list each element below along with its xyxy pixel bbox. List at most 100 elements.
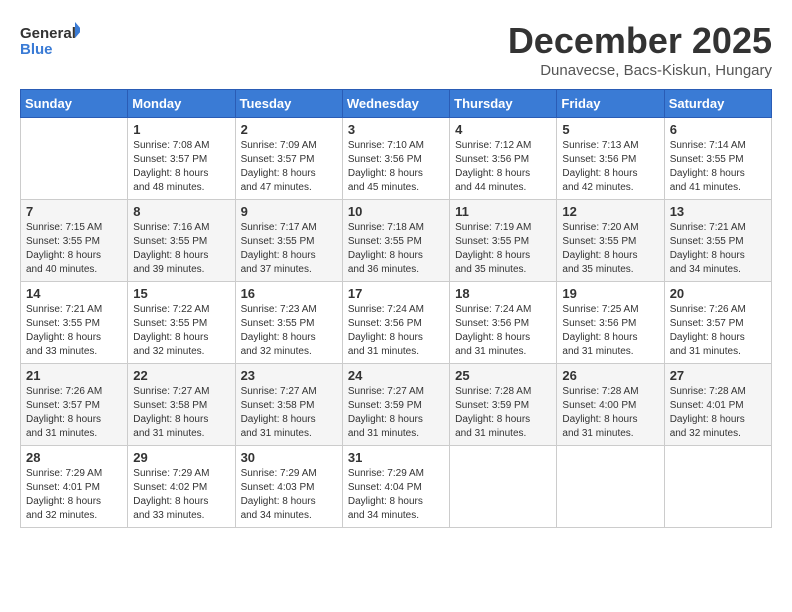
calendar-week-row: 28Sunrise: 7:29 AM Sunset: 4:01 PM Dayli…	[21, 446, 772, 528]
day-number: 13	[670, 204, 766, 219]
title-block: December 2025 Dunavecse, Bacs-Kiskun, Hu…	[508, 20, 772, 79]
day-info: Sunrise: 7:24 AM Sunset: 3:56 PM Dayligh…	[348, 303, 444, 359]
day-number: 1	[133, 122, 229, 137]
day-info: Sunrise: 7:27 AM Sunset: 3:58 PM Dayligh…	[133, 385, 229, 441]
day-number: 18	[455, 286, 551, 301]
calendar-cell: 3 Sunrise: 7:10 AM Sunset: 3:56 PM Daylig…	[342, 118, 449, 200]
day-number: 29	[133, 450, 229, 465]
day-number: 26	[562, 368, 658, 383]
weekday-header-monday: Monday	[128, 90, 235, 118]
day-info: Sunrise: 7:23 AM Sunset: 3:55 PM Dayligh…	[241, 303, 337, 359]
calendar-cell: 1 Sunrise: 7:08 AM Sunset: 3:57 PM Daylig…	[128, 118, 235, 200]
day-number: 14	[26, 286, 122, 301]
day-info: Sunrise: 7:28 AM Sunset: 3:59 PM Dayligh…	[455, 385, 551, 441]
day-info: Sunrise: 7:12 AM Sunset: 3:56 PM Dayligh…	[455, 139, 551, 195]
day-number: 12	[562, 204, 658, 219]
day-number: 30	[241, 450, 337, 465]
calendar-cell: 27Sunrise: 7:28 AM Sunset: 4:01 PM Dayli…	[664, 364, 771, 446]
day-info: Sunrise: 7:21 AM Sunset: 3:55 PM Dayligh…	[26, 303, 122, 359]
calendar-cell: 9 Sunrise: 7:17 AM Sunset: 3:55 PM Daylig…	[235, 200, 342, 282]
day-number: 16	[241, 286, 337, 301]
day-number: 9	[241, 204, 337, 219]
calendar-cell: 18 Sunrise: 7:24 AM Sunset: 3:56 PM Dayli…	[450, 282, 557, 364]
day-info: Sunrise: 7:29 AM Sunset: 4:04 PM Dayligh…	[348, 467, 444, 523]
calendar-cell: 21Sunrise: 7:26 AM Sunset: 3:57 PM Dayli…	[21, 364, 128, 446]
calendar-cell: 28Sunrise: 7:29 AM Sunset: 4:01 PM Dayli…	[21, 446, 128, 528]
day-info: Sunrise: 7:17 AM Sunset: 3:55 PM Dayligh…	[241, 221, 337, 277]
weekday-header-row: SundayMondayTuesdayWednesdayThursdayFrid…	[21, 90, 772, 118]
calendar-table: SundayMondayTuesdayWednesdayThursdayFrid…	[20, 89, 772, 528]
day-info: Sunrise: 7:29 AM Sunset: 4:01 PM Dayligh…	[26, 467, 122, 523]
calendar-cell: 5Sunrise: 7:13 AM Sunset: 3:56 PM Daylig…	[557, 118, 664, 200]
weekday-header-wednesday: Wednesday	[342, 90, 449, 118]
day-number: 5	[562, 122, 658, 137]
day-info: Sunrise: 7:24 AM Sunset: 3:56 PM Dayligh…	[455, 303, 551, 359]
day-info: Sunrise: 7:10 AM Sunset: 3:56 PM Dayligh…	[348, 139, 444, 195]
day-number: 8	[133, 204, 229, 219]
day-number: 3	[348, 122, 444, 137]
day-number: 19	[562, 286, 658, 301]
calendar-cell: 15 Sunrise: 7:22 AM Sunset: 3:55 PM Dayli…	[128, 282, 235, 364]
day-info: Sunrise: 7:25 AM Sunset: 3:56 PM Dayligh…	[562, 303, 658, 359]
calendar-cell	[664, 446, 771, 528]
day-info: Sunrise: 7:21 AM Sunset: 3:55 PM Dayligh…	[670, 221, 766, 277]
calendar-cell: 7Sunrise: 7:15 AM Sunset: 3:55 PM Daylig…	[21, 200, 128, 282]
day-number: 4	[455, 122, 551, 137]
day-info: Sunrise: 7:19 AM Sunset: 3:55 PM Dayligh…	[455, 221, 551, 277]
day-info: Sunrise: 7:14 AM Sunset: 3:55 PM Dayligh…	[670, 139, 766, 195]
day-number: 21	[26, 368, 122, 383]
weekday-header-saturday: Saturday	[664, 90, 771, 118]
day-info: Sunrise: 7:26 AM Sunset: 3:57 PM Dayligh…	[670, 303, 766, 359]
calendar-week-row: 14 Sunrise: 7:21 AM Sunset: 3:55 PM Dayli…	[21, 282, 772, 364]
calendar-week-row: 1 Sunrise: 7:08 AM Sunset: 3:57 PM Daylig…	[21, 118, 772, 200]
calendar-cell: 16 Sunrise: 7:23 AM Sunset: 3:55 PM Dayli…	[235, 282, 342, 364]
svg-text:Blue: Blue	[20, 41, 53, 58]
svg-text:General: General	[20, 25, 76, 42]
calendar-cell: 23 Sunrise: 7:27 AM Sunset: 3:58 PM Dayli…	[235, 364, 342, 446]
day-number: 17	[348, 286, 444, 301]
calendar-cell	[21, 118, 128, 200]
weekday-header-tuesday: Tuesday	[235, 90, 342, 118]
calendar-cell	[557, 446, 664, 528]
calendar-cell: 26 Sunrise: 7:28 AM Sunset: 4:00 PM Dayli…	[557, 364, 664, 446]
calendar-cell: 19 Sunrise: 7:25 AM Sunset: 3:56 PM Dayli…	[557, 282, 664, 364]
day-info: Sunrise: 7:29 AM Sunset: 4:02 PM Dayligh…	[133, 467, 229, 523]
calendar-cell: 10Sunrise: 7:18 AM Sunset: 3:55 PM Dayli…	[342, 200, 449, 282]
day-number: 27	[670, 368, 766, 383]
day-number: 6	[670, 122, 766, 137]
calendar-cell: 30Sunrise: 7:29 AM Sunset: 4:03 PM Dayli…	[235, 446, 342, 528]
calendar-week-row: 21Sunrise: 7:26 AM Sunset: 3:57 PM Dayli…	[21, 364, 772, 446]
calendar-cell: 31 Sunrise: 7:29 AM Sunset: 4:04 PM Dayli…	[342, 446, 449, 528]
calendar-cell: 6 Sunrise: 7:14 AM Sunset: 3:55 PM Daylig…	[664, 118, 771, 200]
location-title: Dunavecse, Bacs-Kiskun, Hungary	[508, 62, 772, 79]
day-info: Sunrise: 7:09 AM Sunset: 3:57 PM Dayligh…	[241, 139, 337, 195]
calendar-cell: 29 Sunrise: 7:29 AM Sunset: 4:02 PM Dayli…	[128, 446, 235, 528]
day-info: Sunrise: 7:27 AM Sunset: 3:59 PM Dayligh…	[348, 385, 444, 441]
logo-svg: General Blue	[20, 20, 80, 60]
calendar-cell: 12Sunrise: 7:20 AM Sunset: 3:55 PM Dayli…	[557, 200, 664, 282]
month-title: December 2025	[508, 20, 772, 62]
calendar-cell: 17 Sunrise: 7:24 AM Sunset: 3:56 PM Dayli…	[342, 282, 449, 364]
weekday-header-friday: Friday	[557, 90, 664, 118]
calendar-cell: 13 Sunrise: 7:21 AM Sunset: 3:55 PM Dayli…	[664, 200, 771, 282]
calendar-cell: 24 Sunrise: 7:27 AM Sunset: 3:59 PM Dayli…	[342, 364, 449, 446]
weekday-header-thursday: Thursday	[450, 90, 557, 118]
day-number: 15	[133, 286, 229, 301]
day-number: 23	[241, 368, 337, 383]
day-number: 11	[455, 204, 551, 219]
calendar-cell: 20 Sunrise: 7:26 AM Sunset: 3:57 PM Dayli…	[664, 282, 771, 364]
calendar-cell: 8Sunrise: 7:16 AM Sunset: 3:55 PM Daylig…	[128, 200, 235, 282]
day-info: Sunrise: 7:22 AM Sunset: 3:55 PM Dayligh…	[133, 303, 229, 359]
day-info: Sunrise: 7:27 AM Sunset: 3:58 PM Dayligh…	[241, 385, 337, 441]
day-number: 31	[348, 450, 444, 465]
day-info: Sunrise: 7:28 AM Sunset: 4:00 PM Dayligh…	[562, 385, 658, 441]
day-number: 24	[348, 368, 444, 383]
day-info: Sunrise: 7:08 AM Sunset: 3:57 PM Dayligh…	[133, 139, 229, 195]
logo: General Blue	[20, 20, 80, 60]
calendar-cell: 2Sunrise: 7:09 AM Sunset: 3:57 PM Daylig…	[235, 118, 342, 200]
page-header: General Blue December 2025 Dunavecse, Ba…	[20, 20, 772, 79]
calendar-cell: 11 Sunrise: 7:19 AM Sunset: 3:55 PM Dayli…	[450, 200, 557, 282]
day-info: Sunrise: 7:15 AM Sunset: 3:55 PM Dayligh…	[26, 221, 122, 277]
calendar-cell: 25Sunrise: 7:28 AM Sunset: 3:59 PM Dayli…	[450, 364, 557, 446]
day-number: 20	[670, 286, 766, 301]
